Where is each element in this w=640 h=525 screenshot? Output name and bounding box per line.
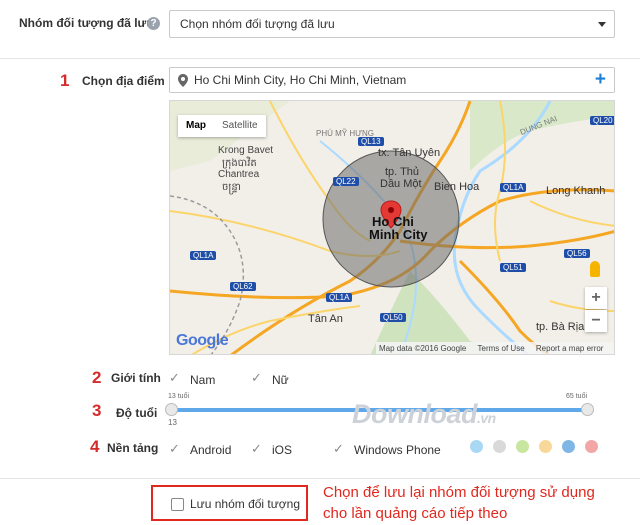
step-number-1: 1	[60, 71, 70, 90]
chevron-down-icon	[598, 22, 606, 27]
location-label: Chọn địa điểm	[82, 74, 165, 88]
watermark-suffix: .vn	[477, 410, 496, 426]
map-center-label: Ho Chi Minh City	[369, 215, 428, 241]
google-logo: Google	[176, 332, 229, 350]
section-divider	[0, 58, 640, 59]
step-number-2: 2	[92, 368, 102, 387]
check-icon: ✓	[169, 441, 180, 456]
map-place-label: Tân An	[308, 313, 343, 325]
map-center-label-line: Minh City	[369, 227, 428, 242]
color-dot	[539, 440, 552, 453]
age-label: Độ tuổi	[116, 406, 158, 420]
map-attribution: Map data ©2016 Google	[379, 344, 467, 353]
road-shield: QL50	[380, 313, 406, 322]
saved-group-select[interactable]: Chọn nhóm đối tượng đã lưu	[169, 10, 615, 38]
watermark-text: Download	[352, 399, 478, 429]
zoom-in-button[interactable]: +	[585, 287, 607, 309]
map-attribution-bar: Map data ©2016 Google Terms of Use Repor…	[376, 342, 614, 354]
saved-group-label: Nhóm đối tượng đã lưu	[19, 16, 154, 30]
add-location-icon[interactable]: +	[595, 68, 606, 92]
map-place-label: Chantrea	[218, 169, 260, 180]
road-shield: QL1A	[500, 183, 527, 192]
road-shield: QL13	[358, 137, 384, 146]
check-icon: ✓	[169, 370, 180, 385]
platform-option-android[interactable]: Android	[190, 443, 231, 457]
map-view[interactable]: Map Satellite Krong Bavet ក្រុងបាវិត Chan…	[169, 100, 615, 355]
check-icon: ✓	[251, 441, 262, 456]
map-place-label: Dầu Một	[380, 178, 422, 190]
saved-group-select-value: Chọn nhóm đối tượng đã lưu	[180, 17, 335, 31]
map-place-label: Bien Hoa	[434, 181, 480, 193]
age-slider-max-handle[interactable]	[581, 403, 594, 416]
map-place-label: tp. Thủ	[385, 166, 420, 178]
zoom-out-button[interactable]: −	[585, 310, 607, 332]
platform-label: Nền tảng	[107, 441, 159, 455]
map-place-label: Krong Bavet	[218, 145, 274, 156]
road-shield: QL51	[500, 263, 526, 272]
location-input[interactable]: Ho Chi Minh City, Ho Chi Minh, Vietnam +	[169, 67, 615, 93]
platform-option-ios[interactable]: iOS	[272, 443, 292, 457]
save-group-label[interactable]: Lưu nhóm đối tượng	[190, 497, 300, 511]
platform-option-windows-phone[interactable]: Windows Phone	[354, 443, 441, 457]
section-divider	[0, 478, 640, 479]
map-type-control: Map Satellite	[178, 115, 266, 137]
road-shield: QL1A	[190, 251, 217, 260]
color-dot	[516, 440, 529, 453]
road-shield: QL22	[333, 177, 359, 186]
street-view-pegman-icon[interactable]	[590, 261, 600, 277]
road-shield: QL56	[564, 249, 590, 258]
color-dot	[562, 440, 575, 453]
gender-option-female[interactable]: Nữ	[272, 373, 289, 387]
gender-label: Giới tính	[111, 371, 161, 385]
map-place-label: tx. Tân Uyên	[378, 147, 441, 159]
map-type-satellite-button[interactable]: Satellite	[214, 115, 266, 137]
color-dot	[585, 440, 598, 453]
map-type-map-button[interactable]: Map	[178, 115, 214, 137]
annotation-line-1: Chọn để lưu lại nhóm đối tượng sử dụng	[323, 484, 595, 501]
save-group-checkbox[interactable]	[171, 498, 184, 511]
color-dot	[493, 440, 506, 453]
location-value: Ho Chi Minh City, Ho Chi Minh, Vietnam	[194, 73, 407, 87]
road-shield: QL1A	[326, 293, 353, 302]
step-number-3: 3	[92, 401, 102, 420]
google-logo-text: Google	[176, 332, 229, 349]
gender-option-male[interactable]: Nam	[190, 373, 215, 387]
terms-link[interactable]: Terms of Use	[478, 344, 525, 353]
map-place-label: tp. Bà Rịa	[536, 321, 585, 333]
age-min-value: 13	[168, 418, 177, 427]
check-icon: ✓	[333, 441, 344, 456]
download-watermark: Download.vn	[352, 399, 496, 430]
map-pin-icon	[178, 74, 188, 87]
annotation-line-2: cho lần quảng cáo tiếp theo	[323, 505, 508, 522]
help-icon[interactable]: ?	[147, 17, 160, 30]
road-shield: QL62	[230, 282, 256, 291]
road-shield: QL20	[590, 116, 614, 125]
age-max-tick-label: 65 tuổi	[566, 393, 588, 400]
map-place-label: Long Khanh	[546, 185, 606, 197]
report-error-link[interactable]: Report a map error	[536, 344, 604, 353]
check-icon: ✓	[251, 370, 262, 385]
color-dot	[470, 440, 483, 453]
age-min-tick-label: 13 tuổi	[168, 393, 190, 400]
step-number-4: 4	[90, 437, 100, 456]
map-place-label: ចន្ទ្រា	[222, 182, 241, 193]
age-slider-min-handle[interactable]	[165, 403, 178, 416]
